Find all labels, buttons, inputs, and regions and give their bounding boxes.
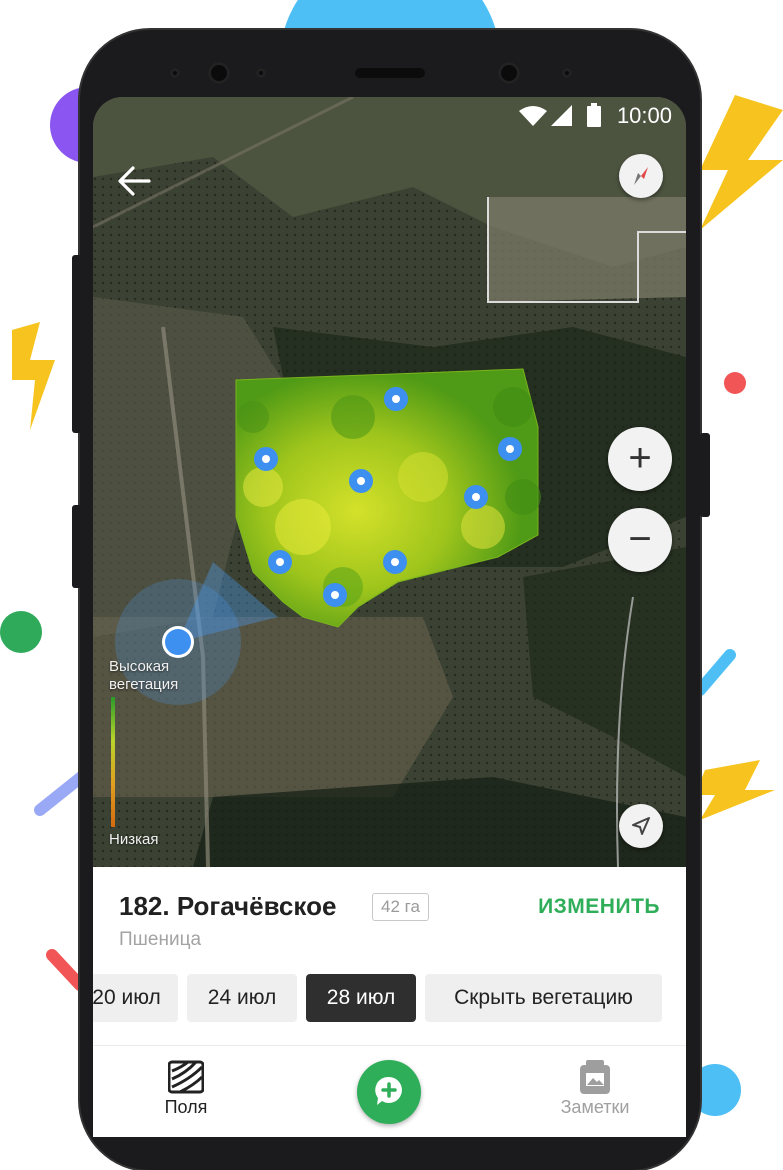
power-button — [700, 433, 710, 517]
phone-sensor — [170, 68, 180, 78]
volume-button — [72, 255, 82, 433]
sample-point[interactable] — [268, 550, 292, 574]
field-area-badge: 42 га — [372, 893, 429, 921]
field-title: 182. Рогачёвское — [119, 891, 337, 921]
compass-button[interactable] — [619, 154, 663, 198]
sample-point[interactable] — [383, 550, 407, 574]
legend-low-label: Низкая — [109, 831, 159, 848]
zoom-in-button[interactable]: + — [608, 427, 672, 491]
side-button — [72, 505, 82, 588]
arrow-back-icon[interactable] — [113, 159, 157, 203]
add-note-icon — [375, 1076, 402, 1105]
user-location-dot — [165, 629, 191, 655]
app-screen: 10:00 + − Высокая вегетация Низкая 182. … — [93, 97, 686, 1137]
phone-sensor — [256, 68, 266, 78]
battery-icon — [587, 103, 601, 127]
nav-notes-label: Заметки — [560, 1097, 630, 1117]
add-note-button[interactable] — [357, 1060, 421, 1124]
compass-icon — [634, 167, 648, 185]
vegetation-legend-bar — [111, 697, 115, 827]
fields-icon — [168, 1060, 204, 1094]
date-chip[interactable]: 20 июл — [93, 974, 178, 1022]
sample-point[interactable] — [254, 447, 278, 471]
my-location-button[interactable] — [619, 804, 663, 848]
phone-sensor — [562, 68, 572, 78]
date-chip-selected[interactable]: 28 июл — [306, 974, 416, 1022]
signal-icon — [551, 105, 572, 126]
divider — [93, 1045, 686, 1046]
edit-button[interactable]: ИЗМЕНИТЬ — [538, 895, 660, 919]
nav-notes[interactable]: Заметки — [545, 1059, 645, 1118]
notes-icon — [580, 1060, 610, 1094]
legend-high-label: Высокая вегетация — [109, 658, 179, 693]
satellite-imagery — [93, 97, 686, 867]
hide-vegetation-button[interactable]: Скрыть вегетацию — [425, 974, 662, 1022]
wifi-icon — [519, 106, 547, 126]
date-chip[interactable]: 24 июл — [187, 974, 297, 1022]
nav-fields-label: Поля — [164, 1097, 208, 1117]
phone-camera — [498, 62, 520, 84]
sample-point[interactable] — [498, 437, 522, 461]
field-crop: Пшеница — [119, 929, 202, 950]
field-info-panel: 182. Рогачёвское 42 га ИЗМЕНИТЬ Пшеница … — [93, 867, 686, 1137]
status-bar: 10:00 — [93, 97, 686, 133]
sample-point[interactable] — [349, 469, 373, 493]
satellite-map[interactable]: 10:00 + − Высокая вегетация Низкая — [93, 97, 686, 867]
minus-icon: − — [628, 517, 652, 561]
phone-speaker — [355, 68, 425, 78]
zoom-out-button[interactable]: − — [608, 508, 672, 572]
phone-camera — [208, 62, 230, 84]
sample-point[interactable] — [384, 387, 408, 411]
sample-point[interactable] — [323, 583, 347, 607]
sample-point[interactable] — [464, 485, 488, 509]
navigation-arrow-icon — [632, 817, 650, 835]
status-time: 10:00 — [616, 103, 672, 128]
plus-icon: + — [628, 436, 652, 480]
nav-fields[interactable]: Поля — [141, 1059, 231, 1118]
